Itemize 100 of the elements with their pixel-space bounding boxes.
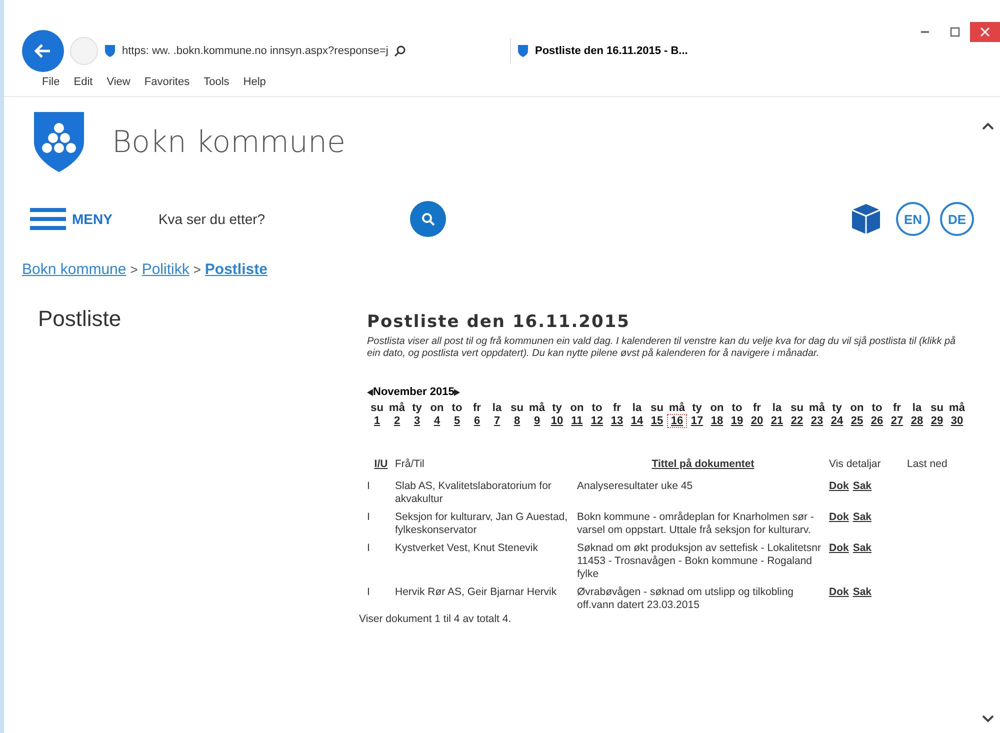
- column-header: Vis detaljar: [829, 458, 882, 472]
- weekday-label: fr: [752, 402, 762, 414]
- calendar-day[interactable]: 6: [467, 414, 487, 428]
- weekday-label: su: [930, 402, 944, 414]
- detail-link[interactable]: Sak: [852, 586, 872, 612]
- calendar-day[interactable]: 17: [687, 414, 707, 428]
- detail-link[interactable]: Sak: [852, 480, 872, 506]
- browser-tab[interactable]: Postliste den 16.11.2015 - B...: [510, 38, 717, 64]
- calendar-day[interactable]: 12: [587, 414, 607, 428]
- scroll-up-icon[interactable]: [982, 122, 994, 130]
- calendar-day[interactable]: 2: [387, 414, 407, 428]
- detail-link[interactable]: Dok: [829, 511, 849, 536]
- weekday-label: on: [429, 402, 445, 414]
- detail-link[interactable]: Dok: [829, 586, 849, 612]
- menu-item[interactable]: File: [42, 76, 60, 88]
- table-cell-text: Seksjon for kulturarv, Jan G Auestad, fylkeskonservator: [395, 511, 569, 536]
- breadcrumb-link[interactable]: Postliste: [204, 261, 268, 278]
- table-cell-text: Hervik Rør AS, Geir Bjarnar Hervik: [395, 586, 558, 600]
- maximize-icon: [950, 27, 960, 37]
- table-cell-text: I: [367, 480, 371, 494]
- weekday-label: su: [650, 402, 664, 414]
- weekday-label: må: [528, 402, 546, 414]
- detail-link[interactable]: Sak: [852, 542, 872, 580]
- calendar-day[interactable]: 26: [867, 414, 887, 428]
- calendar-day[interactable]: 25: [847, 414, 867, 428]
- language-button[interactable]: DE: [940, 202, 974, 236]
- weekday-label: ty: [411, 402, 423, 414]
- menu-item[interactable]: View: [106, 76, 130, 88]
- previous-month-icon[interactable]: [367, 388, 373, 396]
- table-cell-text: Øvrabøvågen - søknad om utslipp og tilkobling off.vann datert 23.03.2015: [577, 586, 795, 612]
- detail-link[interactable]: Sak: [852, 511, 872, 536]
- weekday-label: fr: [612, 402, 622, 414]
- search-icon[interactable]: [394, 45, 406, 57]
- table-cell-text: I: [367, 511, 371, 526]
- shield-icon: [104, 44, 116, 58]
- calendar-day[interactable]: 20: [747, 414, 767, 428]
- weekday-label: må: [808, 402, 826, 414]
- menu-item[interactable]: Edit: [74, 76, 93, 88]
- intro-text: Postlista viser all post til og frå kommunen ein vald dag. I kalenderen til venstre kan du velje kva for dag du vil sjå postlista til (klikk på ein dato, og postlista vert oppdatert). Du kan nytte pilene øvst på kalenderen for å navigere i månadar.: [367, 336, 957, 360]
- calendar-day[interactable]: 4: [427, 414, 447, 428]
- language-button[interactable]: EN: [896, 202, 930, 236]
- month-label: November 2015: [373, 386, 454, 398]
- calendar-day[interactable]: 23: [807, 414, 827, 428]
- column-header[interactable]: I/U: [367, 458, 395, 474]
- weekday-label: to: [590, 402, 604, 414]
- weekday-label: to: [730, 402, 744, 414]
- weekday-label: on: [709, 402, 725, 414]
- calendar-day[interactable]: 11: [567, 414, 587, 428]
- calendar-day[interactable]: 29: [927, 414, 947, 428]
- calendar-day[interactable]: 27: [887, 414, 907, 428]
- menu-button[interactable]: MENY: [30, 207, 112, 231]
- weekday-label: la: [631, 402, 643, 414]
- column-header: Last ned: [907, 458, 948, 472]
- calendar-day[interactable]: 16: [667, 414, 687, 428]
- calendar-day[interactable]: 13: [607, 414, 627, 428]
- weekday-label: to: [870, 402, 884, 414]
- scroll-down-icon[interactable]: [982, 715, 994, 723]
- table-cell-text: I: [367, 542, 371, 556]
- calendar-day[interactable]: 18: [707, 414, 727, 428]
- calendar-day[interactable]: 14: [627, 414, 647, 428]
- page-title: Postliste den 16.11.2015: [367, 312, 631, 332]
- detail-link[interactable]: Dok: [829, 480, 849, 506]
- close-button[interactable]: [970, 22, 1000, 42]
- coat-of-arms-logo[interactable]: [32, 110, 86, 174]
- weekday-label: on: [569, 402, 585, 414]
- shield-icon: [517, 44, 529, 58]
- calendar-day[interactable]: 19: [727, 414, 747, 428]
- calendar-day[interactable]: 24: [827, 414, 847, 428]
- calendar-day[interactable]: 1: [367, 414, 387, 428]
- calendar-day[interactable]: 8: [507, 414, 527, 428]
- table-cell-text: Slab AS, Kvalitetslaboratorium for akvakultur: [395, 480, 552, 506]
- search-icon: [421, 212, 436, 226]
- calendar-day[interactable]: 30: [947, 414, 967, 428]
- column-header[interactable]: Tittel på dokumentet: [577, 458, 829, 474]
- detail-link[interactable]: Dok: [829, 542, 849, 580]
- address-field[interactable]: https: ww. .bokn.kommune.no innsyn.aspx?response=j: [104, 38, 504, 64]
- menu-item[interactable]: Favorites: [144, 76, 190, 88]
- calendar-day[interactable]: 9: [527, 414, 547, 428]
- breadcrumb-link[interactable]: Politikk: [142, 261, 190, 278]
- back-button[interactable]: [22, 30, 64, 72]
- weekday-label: ty: [551, 402, 563, 414]
- weekday-label: fr: [892, 402, 902, 414]
- calendar-day[interactable]: 15: [647, 414, 667, 428]
- calendar-day[interactable]: 21: [767, 414, 787, 428]
- weekday-label: la: [911, 402, 923, 414]
- weekday-label: må: [388, 402, 406, 414]
- calendar-day[interactable]: 3: [407, 414, 427, 428]
- menu-item[interactable]: Tools: [204, 76, 230, 88]
- search-button[interactable]: [410, 201, 446, 237]
- calendar-day[interactable]: 28: [907, 414, 927, 428]
- calendar-day[interactable]: 5: [447, 414, 467, 428]
- breadcrumb-link[interactable]: Bokn kommune: [22, 261, 126, 278]
- calendar-day[interactable]: 10: [547, 414, 567, 428]
- menu-item[interactable]: Help: [243, 76, 266, 88]
- next-month-icon[interactable]: [454, 388, 460, 396]
- breadcrumb-separator: >: [130, 262, 138, 277]
- site-name: Bokn kommune: [112, 124, 346, 160]
- calendar-day[interactable]: 22: [787, 414, 807, 428]
- calendar-day[interactable]: 7: [487, 414, 507, 428]
- weekday-label: su: [790, 402, 804, 414]
